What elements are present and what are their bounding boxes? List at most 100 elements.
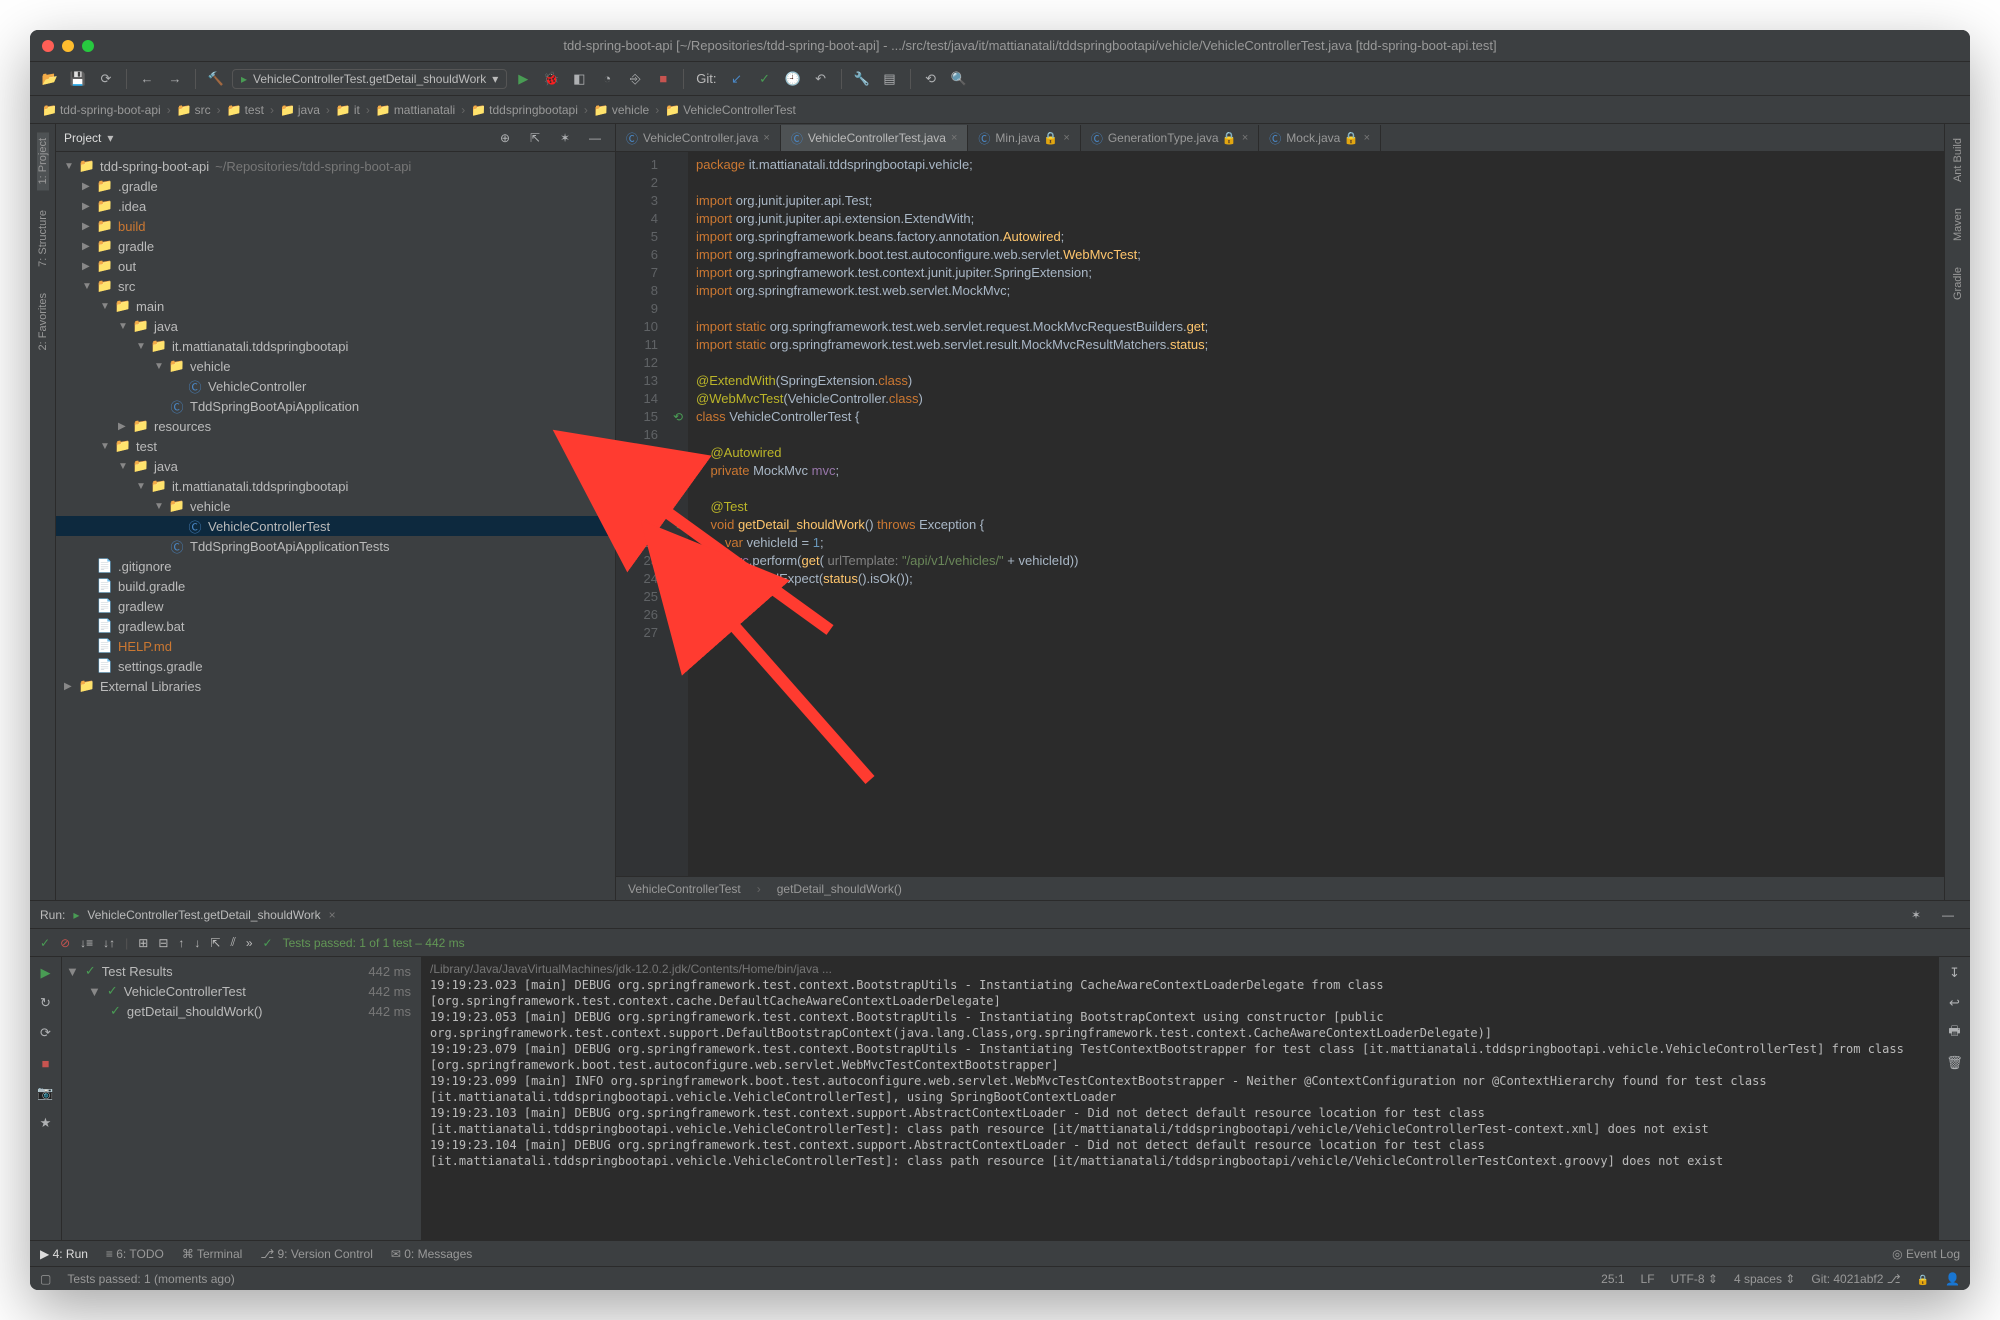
tree-item[interactable]: ⒸVehicleController [56,376,615,396]
pin-tab-icon[interactable]: ★ [34,1111,58,1135]
tree-item[interactable]: ▼📁src [56,276,615,296]
tab-terminal[interactable]: ⌘ Terminal [182,1247,242,1261]
gutter-icons[interactable]: ⟲⟲💡 [668,152,688,876]
next-fail-icon[interactable]: ↓ [194,936,200,950]
editor-tab[interactable]: ⒸGenerationType.java 🔒 × [1081,125,1259,151]
sync-icon[interactable]: ⟲ [919,67,943,91]
tree-item[interactable]: ▼📁java [56,456,615,476]
breadcrumb-item[interactable]: 📁 test [223,103,268,117]
breadcrumb-method[interactable]: getDetail_shouldWork() [777,882,902,896]
tree-item[interactable]: 📄gradlew.bat [56,616,615,636]
line-ending[interactable]: LF [1641,1272,1655,1286]
rerun-failed-button[interactable]: ↻ [34,991,58,1015]
tool-tab-project[interactable]: 1: Project [37,132,49,190]
sort-time-icon[interactable]: ↓↑ [103,936,115,950]
import-icon[interactable]: ⫽ [230,935,235,950]
encoding[interactable]: UTF-8 ⇕ [1671,1272,1718,1286]
build-icon[interactable]: 🔨 [204,67,228,91]
panel-settings-icon[interactable]: ✶ [553,126,577,150]
collapse-all-icon[interactable]: ⊟ [158,936,168,950]
tree-item[interactable]: ▼📁java [56,316,615,336]
tree-item[interactable]: ▶📁.idea [56,196,615,216]
tree-item[interactable]: ▼📁tdd-spring-boot-api~/Repositories/tdd-… [56,156,615,176]
test-class-row[interactable]: ▼✓ VehicleControllerTest 442 ms [66,981,417,1001]
tree-item[interactable]: ▼📁vehicle [56,356,615,376]
open-file-icon[interactable]: 📂 [38,67,62,91]
editor-tab[interactable]: ⒸMin.java 🔒 × [968,125,1080,151]
toggle-autorun-icon[interactable]: ⟳ [34,1021,58,1045]
close-tab-icon[interactable]: × [329,908,336,922]
tree-item[interactable]: ⒸVehicleControllerTest [56,516,615,536]
breadcrumb-item[interactable]: 📁 src [173,103,215,117]
vcs-update-icon[interactable]: ↙ [725,67,749,91]
refresh-icon[interactable]: ⟳ [94,67,118,91]
print-icon[interactable]: 🖶 [1943,1021,1967,1045]
run-button[interactable]: ▶ [511,67,535,91]
more-icon[interactable]: » [246,936,253,950]
scroll-from-source-icon[interactable]: ⊕ [493,126,517,150]
expand-all-icon[interactable]: ⊞ [138,936,148,950]
project-tree[interactable]: ▼📁tdd-spring-boot-api~/Repositories/tdd-… [56,152,615,900]
undo-nav-icon[interactable]: ← [135,67,159,91]
breadcrumb-item[interactable]: 📁 java [276,103,324,117]
editor-tab[interactable]: ⒸVehicleControllerTest.java × [781,125,969,151]
run-config-selector[interactable]: ▸ VehicleControllerTest.getDetail_should… [232,69,507,89]
chevron-down-icon[interactable]: ▾ [107,131,113,145]
rerun-button[interactable]: ▶ [34,961,58,985]
settings-icon[interactable]: 🔧 [850,67,874,91]
tool-tab-structure[interactable]: 7: Structure [37,204,49,273]
console-output[interactable]: /Library/Java/JavaVirtualMachines/jdk-12… [422,957,1938,1240]
tree-item[interactable]: ▶📁gradle [56,236,615,256]
tree-item[interactable]: ⒸTddSpringBootApiApplication [56,396,615,416]
debug-button[interactable]: 🐞 [539,67,563,91]
tree-item[interactable]: ▼📁it.mattianatali.tddspringbootapi [56,336,615,356]
soft-wrap-icon[interactable]: ↩ [1943,991,1967,1015]
tree-item[interactable]: ▼📁vehicle [56,496,615,516]
run-panel-hide-icon[interactable]: — [1936,903,1960,927]
vcs-history-icon[interactable]: 🕘 [781,67,805,91]
tree-item[interactable]: ▶📁.gradle [56,176,615,196]
fail-filter-icon[interactable]: ⊘ [60,936,70,950]
tree-item[interactable]: ▶📁build [56,216,615,236]
stop-tests-button[interactable]: ■ [34,1051,58,1075]
tree-item[interactable]: 📄gradlew [56,596,615,616]
breadcrumb-item[interactable]: 📁 it [332,103,364,117]
caret-position[interactable]: 25:1 [1601,1272,1624,1286]
editor-body[interactable]: 1234567891011121314151617181920212223242… [616,152,1944,876]
event-log-tab[interactable]: ◎ Event Log [1892,1247,1960,1261]
editor-tab[interactable]: ⒸMock.java 🔒 × [1259,125,1381,151]
export-icon[interactable]: ⇱ [210,936,220,950]
minimize-window-button[interactable] [62,40,74,52]
search-everywhere-icon[interactable]: 🔍 [947,67,971,91]
tool-tab-favorites[interactable]: 2: Favorites [37,287,49,356]
tree-item[interactable]: ▶📁out [56,256,615,276]
editor-tab[interactable]: ⒸVehicleController.java × [616,125,781,151]
sort-icon[interactable]: ↓≡ [80,936,93,950]
prev-fail-icon[interactable]: ↑ [178,936,184,950]
status-icon[interactable]: ▢ [40,1272,51,1286]
tree-item[interactable]: ▶📁External Libraries [56,676,615,696]
tab-todo[interactable]: ≡ 6: TODO [106,1247,164,1261]
vcs-commit-icon[interactable]: ✓ [753,67,777,91]
tree-item[interactable]: 📄.gitignore [56,556,615,576]
attach-button[interactable]: ⎆ [623,67,647,91]
profile-button[interactable]: ◔ [595,67,619,91]
tool-tab-maven[interactable]: Maven [1952,202,1964,247]
collapse-all-icon[interactable]: ⇱ [523,126,547,150]
save-all-icon[interactable]: 💾 [66,67,90,91]
project-structure-icon[interactable]: ▤ [878,67,902,91]
vcs-revert-icon[interactable]: ↶ [809,67,833,91]
redo-nav-icon[interactable]: → [163,67,187,91]
scroll-to-end-icon[interactable]: ↧ [1943,961,1967,985]
hide-panel-icon[interactable]: — [583,126,607,150]
breadcrumb-item[interactable]: 📁 vehicle [590,103,653,117]
breadcrumb-item[interactable]: 📁 tddspringbootapi [467,103,582,117]
tab-messages[interactable]: ✉ 0: Messages [391,1247,472,1261]
breadcrumb-item[interactable]: 📁 tdd-spring-boot-api [38,103,165,117]
tree-item[interactable]: 📄build.gradle [56,576,615,596]
run-panel-settings-icon[interactable]: ✶ [1904,903,1928,927]
breadcrumb-item[interactable]: 📁 mattianatali [372,103,459,117]
test-method-row[interactable]: ✓ getDetail_shouldWork() 442 ms [66,1001,417,1021]
test-root[interactable]: ▼✓ Test Results 442 ms [66,961,417,981]
tool-tab-ant[interactable]: Ant Build [1952,132,1964,188]
